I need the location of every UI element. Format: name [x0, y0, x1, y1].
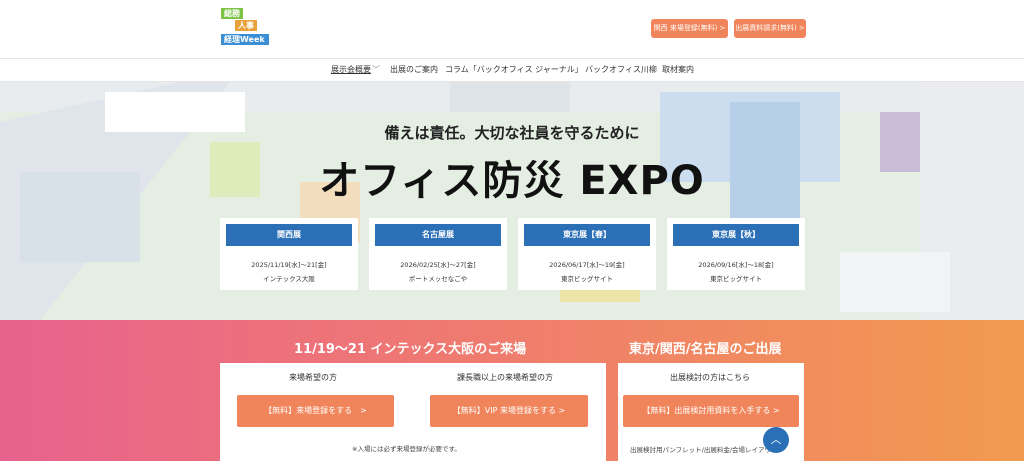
venue-dates: 2026/02/25[水]～27[金] [400, 261, 476, 269]
venue-card-tokyo-autumn[interactable]: 東京展【秋】 2026/09/16[水]～18[金] 東京ビッグサイト [667, 218, 805, 290]
exhibit-docs-button[interactable]: 出展資料請求(無料) > [734, 19, 806, 38]
register-note: ※入場には必ず来場登録が必要です。 [352, 445, 461, 453]
nav-item-column[interactable]: コラム「バックオフィス ジャーナル」 [445, 64, 583, 75]
venue-card-kansai[interactable]: 関西展 2025/11/19[水]～21[金] インテックス大阪 [220, 218, 358, 290]
venue-name: 東京展【秋】 [673, 224, 799, 246]
register-button[interactable]: 【無料】来場登録をする > [237, 395, 394, 427]
main-nav: 展示会概要 ﹀ 出展のご案内 コラム「バックオフィス ジャーナル」 バックオフィ… [0, 58, 1024, 82]
venue-place: インテックス大阪 [263, 275, 315, 283]
vip-label: 課長職以上の来場希望の方 [457, 373, 553, 382]
nav-item-senryu[interactable]: バックオフィス川柳 [585, 64, 657, 75]
hero-tagline: 備えは責任。大切な社員を守るために [384, 124, 640, 142]
venue-dates: 2025/11/19[水]～21[金] [251, 261, 327, 269]
venue-place: ポートメッセなごや [408, 275, 468, 283]
hero-title: オフィス防災 EXPO [319, 158, 705, 204]
venue-place: 東京ビッグサイト [561, 275, 613, 283]
kansai-register-button[interactable]: 関西 来場登録(無料) > [651, 19, 728, 38]
chevron-down-icon[interactable]: ﹀ [372, 64, 380, 75]
cta-section: 11/19～21 インテックス大阪のご来場 東京/関西/名古屋のご出展 来場希望… [0, 320, 1024, 461]
chevron-up-icon[interactable]: ︿ [763, 427, 789, 453]
venue-name: 関西展 [226, 224, 352, 246]
site-header: 総務 人事 経理Week 関西 来場登録(無料) > 出展資料請求(無料) > [0, 0, 1024, 58]
venue-card-nagoya[interactable]: 名古屋展 2026/02/25[水]～27[金] ポートメッセなごや [369, 218, 507, 290]
venue-name: 東京展【春】 [524, 224, 650, 246]
logo-line-1: 総務 [221, 8, 243, 19]
hero-section: 備えは責任。大切な社員を守るために オフィス防災 EXPO 関西展 2025/1… [0, 82, 1024, 320]
venue-name: 名古屋展 [375, 224, 501, 246]
visit-section-title: 11/19～21 インテックス大阪のご来場 [294, 342, 527, 357]
venue-dates: 2026/06/17[水]～19[金] [549, 261, 625, 269]
nav-item-overview[interactable]: 展示会概要 [331, 64, 371, 75]
logo-line-2: 人事 [235, 20, 257, 31]
visit-panel: 来場希望の方 課長職以上の来場希望の方 【無料】来場登録をする > 【無料】VI… [220, 363, 606, 461]
nav-item-press[interactable]: 取材案内 [662, 64, 694, 75]
exhibit-docs-panel-button[interactable]: 【無料】出展検討用資料を入手する > [623, 395, 799, 427]
logo-line-3: 経理Week [221, 34, 269, 45]
vip-register-button[interactable]: 【無料】VIP 来場登録をする > [430, 395, 588, 427]
event-logo[interactable]: 総務 人事 経理Week [219, 6, 275, 50]
venue-dates: 2026/09/16[水]～18[金] [698, 261, 774, 269]
venue-card-tokyo-spring[interactable]: 東京展【春】 2026/06/17[水]～19[金] 東京ビッグサイト [518, 218, 656, 290]
exhibit-section-title: 東京/関西/名古屋のご出展 [629, 342, 782, 357]
venue-place: 東京ビッグサイト [710, 275, 762, 283]
nav-item-exhibit-guide[interactable]: 出展のご案内 [390, 64, 438, 75]
visitor-label: 来場希望の方 [289, 373, 337, 382]
exhibit-label: 出展検討の方はこちら [670, 373, 750, 382]
